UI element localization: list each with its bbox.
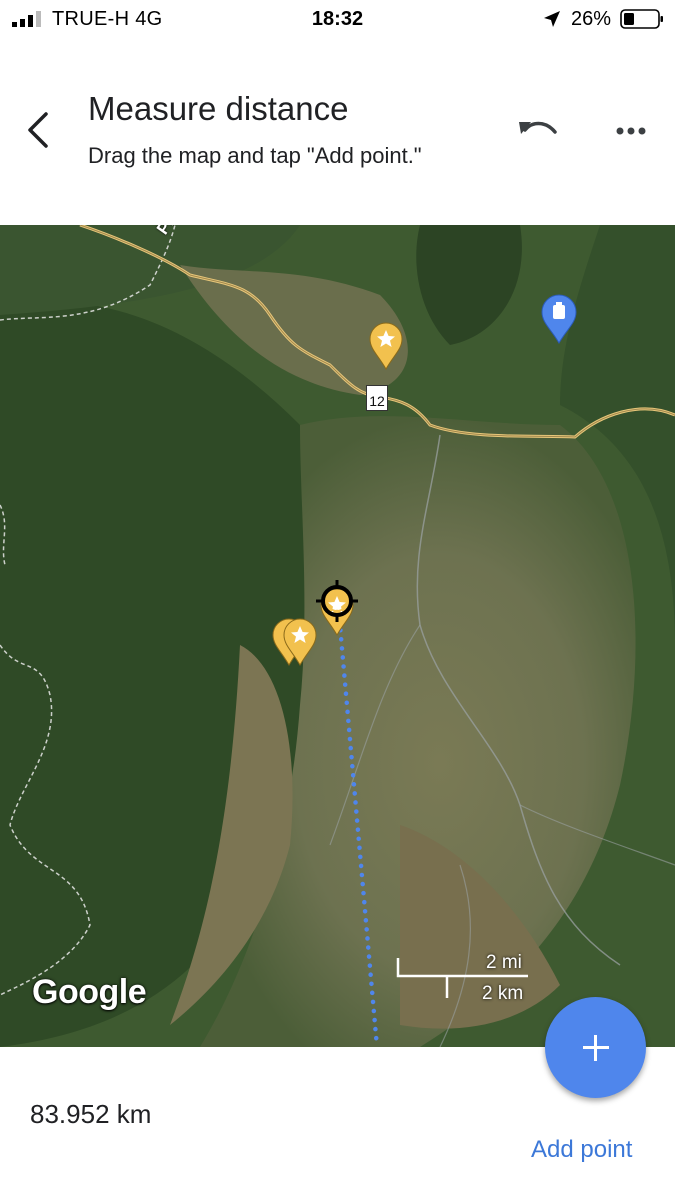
scale-label-km: 2 km	[482, 983, 524, 1004]
total-distance: 83.952 km	[30, 1099, 152, 1129]
more-horizontal-icon	[616, 127, 646, 135]
route-shield: 12	[366, 385, 388, 411]
hotel-pin-icon[interactable]	[540, 293, 578, 345]
page-title: Measure distance	[88, 90, 349, 127]
back-button[interactable]	[22, 108, 58, 152]
google-logo: Google	[32, 973, 147, 1011]
star-pin-icon[interactable]	[282, 617, 318, 667]
page-subtitle: Drag the map and tap "Add point."	[88, 143, 422, 168]
undo-button[interactable]	[517, 114, 561, 148]
more-options-button[interactable]	[608, 116, 654, 146]
status-bar: TRUE-H 4G 18:32 26%	[0, 0, 675, 40]
undo-icon	[519, 121, 557, 134]
location-arrow-icon	[544, 11, 560, 27]
battery-icon	[620, 9, 663, 29]
scale-label-mi: 2 mi	[486, 952, 522, 973]
add-point-fab[interactable]	[545, 997, 646, 1098]
chevron-left-icon	[28, 112, 48, 148]
battery-percent: 26%	[571, 8, 612, 30]
app-header: Measure distance Drag the map and tap "A…	[0, 40, 675, 225]
star-pin-icon[interactable]	[368, 321, 404, 371]
crosshair-icon	[316, 580, 358, 622]
map-view[interactable]: PHE 12 2 mi 2 km Google	[0, 225, 675, 1047]
add-point-button[interactable]: Add point	[531, 1136, 632, 1164]
